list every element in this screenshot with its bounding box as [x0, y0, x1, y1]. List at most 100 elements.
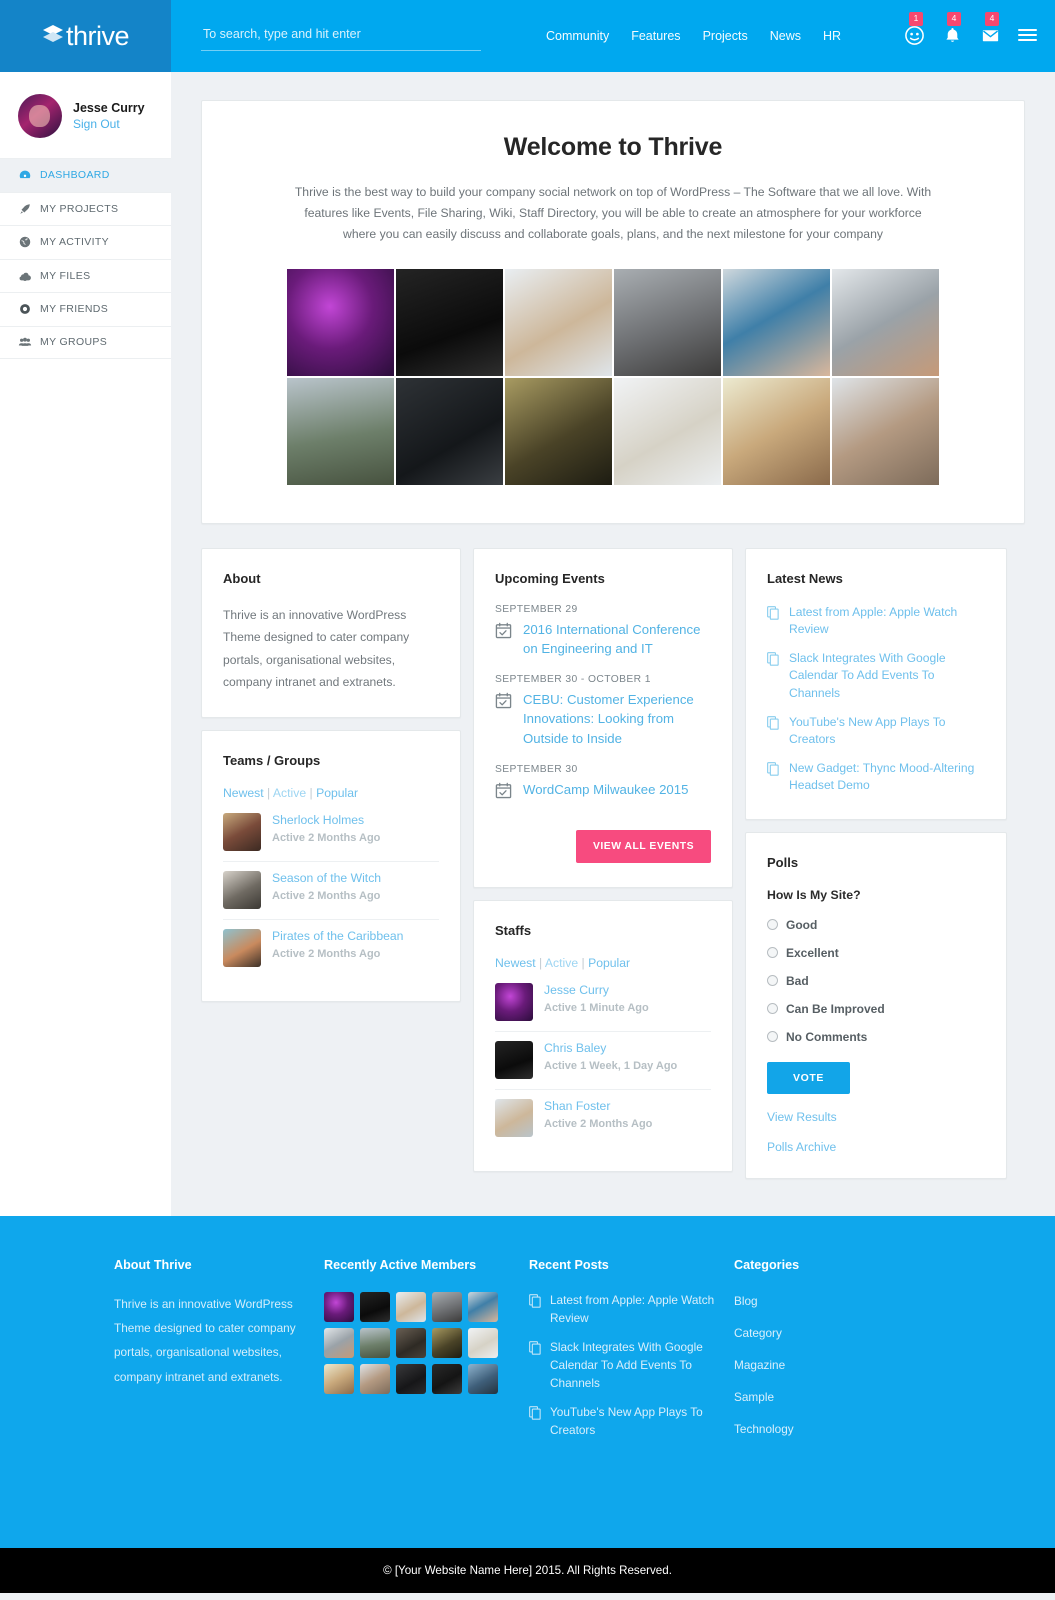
- list-item[interactable]: Slack Integrates With Google Calendar To…: [529, 1339, 734, 1392]
- radio-button[interactable]: [767, 975, 778, 986]
- member-avatar[interactable]: [396, 1328, 426, 1358]
- event-row[interactable]: WordCamp Milwaukee 2015: [495, 780, 711, 804]
- sidebar-item-dashboard[interactable]: DASHBOARD: [0, 158, 171, 192]
- view-all-events-button[interactable]: VIEW ALL EVENTS: [575, 829, 711, 863]
- radio-button[interactable]: [767, 919, 778, 930]
- nav-item-community[interactable]: Community: [546, 29, 609, 43]
- poll-option-good[interactable]: Good: [767, 918, 985, 932]
- photo-tile[interactable]: [396, 377, 503, 485]
- event-row[interactable]: 2016 International Conference on Enginee…: [495, 620, 711, 658]
- member-avatar[interactable]: [360, 1292, 390, 1322]
- news-link[interactable]: YouTube's New App Plays To Creators: [789, 714, 985, 748]
- event-title[interactable]: WordCamp Milwaukee 2015: [523, 780, 688, 799]
- member-avatar[interactable]: [396, 1292, 426, 1322]
- member-avatar[interactable]: [324, 1364, 354, 1394]
- filter-newest[interactable]: Newest: [495, 956, 536, 970]
- footer-post-link[interactable]: Latest from Apple: Apple Watch Review: [550, 1292, 734, 1327]
- sidebar-item-my-groups[interactable]: MY GROUPS: [0, 325, 171, 359]
- photo-tile[interactable]: [723, 268, 830, 376]
- list-item[interactable]: Jesse Curry Active 1 Minute Ago: [495, 981, 711, 1031]
- category-link-category[interactable]: Category: [734, 1326, 782, 1340]
- friends-icon[interactable]: 1: [904, 11, 925, 46]
- photo-tile[interactable]: [287, 268, 394, 376]
- view-results-link[interactable]: View Results: [767, 1110, 985, 1124]
- member-avatar[interactable]: [360, 1364, 390, 1394]
- list-item[interactable]: Technology: [734, 1420, 894, 1438]
- photo-tile[interactable]: [614, 268, 721, 376]
- member-avatar[interactable]: [324, 1292, 354, 1322]
- news-link[interactable]: Latest from Apple: Apple Watch Review: [789, 604, 985, 638]
- hamburger-menu-icon[interactable]: [1018, 26, 1037, 44]
- list-item[interactable]: Chris Baley Active 1 Week, 1 Day Ago: [495, 1030, 711, 1089]
- filter-newest[interactable]: Newest: [223, 786, 264, 800]
- search-input[interactable]: [201, 21, 481, 51]
- nav-item-projects[interactable]: Projects: [703, 29, 748, 43]
- nav-item-features[interactable]: Features: [631, 29, 680, 43]
- photo-tile[interactable]: [832, 268, 939, 376]
- list-item[interactable]: Magazine: [734, 1356, 894, 1374]
- sign-out-link[interactable]: Sign Out: [73, 117, 145, 131]
- member-avatar[interactable]: [432, 1292, 462, 1322]
- logo[interactable]: thrive: [0, 0, 171, 72]
- member-avatar[interactable]: [468, 1292, 498, 1322]
- photo-tile[interactable]: [614, 377, 721, 485]
- member-avatar[interactable]: [468, 1364, 498, 1394]
- notifications-bell-icon[interactable]: 4: [942, 11, 963, 46]
- category-link-magazine[interactable]: Magazine: [734, 1358, 785, 1372]
- filter-popular[interactable]: Popular: [588, 956, 630, 970]
- group-name[interactable]: Sherlock Holmes: [272, 813, 380, 829]
- radio-button[interactable]: [767, 947, 778, 958]
- group-name[interactable]: Pirates of the Caribbean: [272, 929, 403, 945]
- list-item[interactable]: YouTube's New App Plays To Creators: [767, 714, 985, 748]
- filter-active[interactable]: Active: [545, 956, 578, 970]
- photo-tile[interactable]: [505, 377, 612, 485]
- footer-post-link[interactable]: YouTube's New App Plays To Creators: [550, 1404, 734, 1439]
- list-item[interactable]: New Gadget: Thync Mood-Altering Headset …: [767, 760, 985, 794]
- filter-popular[interactable]: Popular: [316, 786, 358, 800]
- sidebar-item-my-activity[interactable]: MY ACTIVITY: [0, 225, 171, 259]
- staff-name[interactable]: Shan Foster: [544, 1099, 652, 1115]
- photo-tile[interactable]: [396, 268, 503, 376]
- polls-archive-link[interactable]: Polls Archive: [767, 1140, 985, 1154]
- poll-option-excellent[interactable]: Excellent: [767, 946, 985, 960]
- poll-option-bad[interactable]: Bad: [767, 974, 985, 988]
- member-avatar[interactable]: [360, 1328, 390, 1358]
- member-avatar[interactable]: [468, 1328, 498, 1358]
- nav-item-hr[interactable]: HR: [823, 29, 841, 43]
- category-link-sample[interactable]: Sample: [734, 1390, 774, 1404]
- event-title[interactable]: CEBU: Customer Experience Innovations: L…: [523, 690, 711, 747]
- filter-active[interactable]: Active: [273, 786, 306, 800]
- news-link[interactable]: New Gadget: Thync Mood-Altering Headset …: [789, 760, 985, 794]
- staff-name[interactable]: Jesse Curry: [544, 983, 649, 999]
- radio-button[interactable]: [767, 1031, 778, 1042]
- sidebar-item-my-projects[interactable]: MY PROJECTS: [0, 191, 171, 226]
- news-link[interactable]: Slack Integrates With Google Calendar To…: [789, 650, 985, 702]
- list-item[interactable]: Sample: [734, 1388, 894, 1406]
- list-item[interactable]: Season of the Witch Active 2 Months Ago: [223, 861, 439, 919]
- radio-button[interactable]: [767, 1003, 778, 1014]
- photo-tile[interactable]: [723, 377, 830, 485]
- event-row[interactable]: CEBU: Customer Experience Innovations: L…: [495, 690, 711, 747]
- list-item[interactable]: Pirates of the Caribbean Active 2 Months…: [223, 919, 439, 977]
- photo-tile[interactable]: [287, 377, 394, 485]
- list-item[interactable]: Slack Integrates With Google Calendar To…: [767, 650, 985, 702]
- member-avatar[interactable]: [432, 1364, 462, 1394]
- list-item[interactable]: Category: [734, 1324, 894, 1342]
- list-item[interactable]: YouTube's New App Plays To Creators: [529, 1404, 734, 1439]
- photo-tile[interactable]: [505, 268, 612, 376]
- category-link-blog[interactable]: Blog: [734, 1294, 758, 1308]
- poll-option-can-be-improved[interactable]: Can Be Improved: [767, 1002, 985, 1016]
- group-name[interactable]: Season of the Witch: [272, 871, 381, 887]
- member-avatar[interactable]: [396, 1364, 426, 1394]
- staff-name[interactable]: Chris Baley: [544, 1041, 677, 1057]
- list-item[interactable]: Sherlock Holmes Active 2 Months Ago: [223, 811, 439, 861]
- vote-button[interactable]: VOTE: [767, 1061, 850, 1094]
- sidebar-item-my-friends[interactable]: MY FRIENDS: [0, 292, 171, 326]
- photo-tile[interactable]: [832, 377, 939, 485]
- list-item[interactable]: Latest from Apple: Apple Watch Review: [529, 1292, 734, 1327]
- sidebar-item-my-files[interactable]: MY FILES: [0, 258, 171, 293]
- member-avatar[interactable]: [324, 1328, 354, 1358]
- list-item[interactable]: Latest from Apple: Apple Watch Review: [767, 604, 985, 638]
- category-link-technology[interactable]: Technology: [734, 1422, 794, 1436]
- event-title[interactable]: 2016 International Conference on Enginee…: [523, 620, 711, 658]
